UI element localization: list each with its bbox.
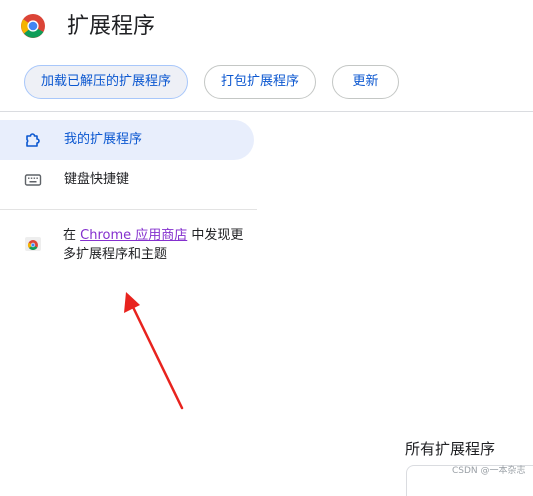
web-store-promo: 在 Chrome 应用商店 中发现更多扩展程序和主题 <box>0 224 257 274</box>
chrome-web-store-link[interactable]: Chrome 应用商店 <box>80 228 187 243</box>
page-title: 扩展程序 <box>67 14 156 39</box>
chrome-web-store-icon <box>25 237 41 251</box>
promo-prefix: 在 <box>63 228 81 243</box>
web-store-promo-text: 在 Chrome 应用商店 中发现更多扩展程序和主题 <box>63 226 253 264</box>
puzzle-icon <box>26 133 40 147</box>
pack-extension-button[interactable]: 打包扩展程序 <box>204 65 316 99</box>
sidebar-item-my-extensions[interactable]: 我的扩展程序 <box>0 120 254 160</box>
sidebar-item-label: 我的扩展程序 <box>64 132 143 147</box>
all-extensions-heading: 所有扩展程序 <box>405 440 496 458</box>
page-header: 扩展程序 加载已解压的扩展程序 打包扩展程序 更新 <box>0 0 533 112</box>
keyboard-icon <box>24 174 42 186</box>
load-unpacked-button[interactable]: 加载已解压的扩展程序 <box>24 65 188 99</box>
watermark: CSDN @一本杂志 <box>452 466 526 476</box>
sidebar-item-keyboard-shortcuts[interactable]: 键盘快捷键 <box>0 160 254 200</box>
sidebar-divider <box>0 209 257 210</box>
chrome-logo-icon <box>21 14 45 38</box>
update-button[interactable]: 更新 <box>332 65 399 99</box>
sidebar: 我的扩展程序 键盘快捷键 在 Chrome 应用商店 中发现更多扩展程序和主题 <box>0 112 257 483</box>
sidebar-item-label: 键盘快捷键 <box>64 172 130 187</box>
